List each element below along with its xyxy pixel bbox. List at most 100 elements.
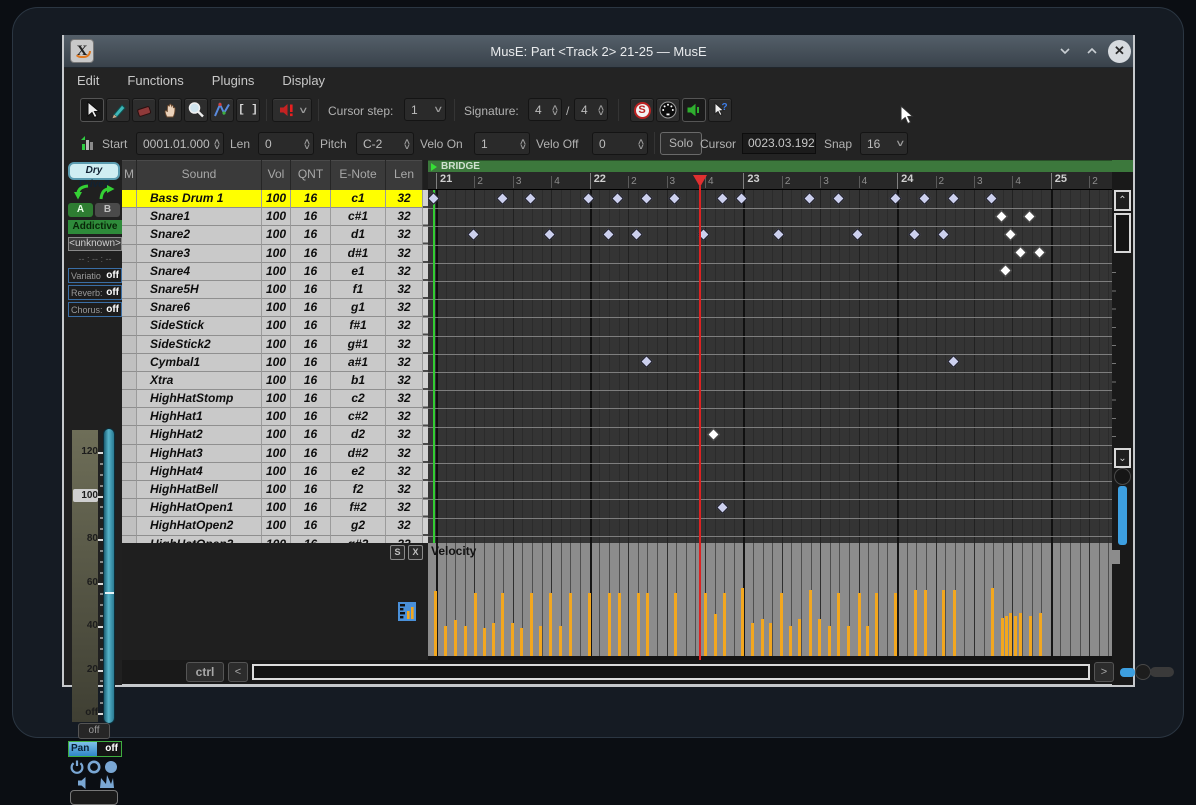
ctrl-select-icon[interactable] — [398, 602, 416, 621]
velocity-bar[interactable] — [894, 593, 897, 656]
start-spinbox[interactable]: 0001.01.000∧∨ — [136, 132, 224, 155]
velocity-bar[interactable] — [866, 626, 869, 656]
hzoom-track[interactable] — [1150, 667, 1174, 677]
drum-row-xtra[interactable]: Xtra10016b132 — [122, 372, 423, 390]
velocity-bar[interactable] — [858, 593, 861, 656]
close-icon[interactable]: ✕ — [1108, 40, 1131, 63]
arrow-next-icon[interactable] — [97, 182, 117, 201]
volume-off-button[interactable]: off — [78, 723, 110, 739]
velocity-bar[interactable] — [1029, 616, 1032, 656]
note-diamond[interactable] — [716, 501, 729, 514]
scroll-left-button[interactable]: < — [228, 662, 248, 682]
titlebar[interactable]: X MusE: Part <Track 2> 21-25 — MusE ✕ — [64, 35, 1133, 68]
velocity-bar[interactable] — [483, 628, 486, 656]
scroll-down-button[interactable]: ⌄ — [1114, 448, 1131, 468]
note-diamond[interactable] — [999, 265, 1012, 278]
note-diamond[interactable] — [918, 192, 931, 205]
drum-row-snare4[interactable]: Snare410016e132 — [122, 263, 423, 281]
velocity-bar[interactable] — [723, 593, 726, 656]
note-diamond[interactable] — [947, 356, 960, 369]
hzoom-knob[interactable] — [1135, 664, 1151, 680]
drum-row-snare6[interactable]: Snare610016g132 — [122, 299, 423, 317]
speaker-toggle-button[interactable] — [682, 98, 706, 122]
velocity-bar[interactable] — [646, 593, 649, 656]
velocity-bar[interactable] — [674, 593, 677, 656]
column-header-vol[interactable]: Vol — [262, 160, 291, 190]
range-tool-button[interactable]: [ ] — [236, 98, 260, 122]
signature-denominator-spin[interactable]: 4∧∨ — [574, 98, 608, 121]
velocity-bar[interactable] — [1014, 616, 1017, 656]
velocity-bar[interactable] — [434, 591, 437, 656]
spin-arrows-icon[interactable]: ∧∨ — [214, 139, 220, 149]
velocity-bar[interactable] — [549, 593, 552, 656]
spin-arrows-icon[interactable]: ∧∨ — [404, 139, 410, 149]
signature-numerator-spin[interactable]: 4∧∨ — [528, 98, 562, 121]
spin-arrows-icon[interactable]: ∧∨ — [598, 105, 604, 115]
velocity-bar[interactable] — [924, 590, 927, 656]
reverb-control[interactable]: Reverb:off — [68, 285, 122, 300]
note-diamond[interactable] — [995, 210, 1008, 223]
menu-item-functions[interactable]: Functions — [127, 73, 183, 88]
note-diamond[interactable] — [640, 356, 653, 369]
note-diamond[interactable] — [467, 228, 480, 241]
velocity-bar[interactable] — [751, 623, 754, 656]
menu-item-plugins[interactable]: Plugins — [212, 73, 255, 88]
speaker-events-button[interactable]: ∨ — [272, 98, 312, 122]
velocity-bar[interactable] — [714, 614, 717, 656]
snap-combo[interactable]: 16∨ — [860, 132, 908, 155]
note-diamond[interactable] — [772, 228, 785, 241]
volume-fader[interactable] — [103, 428, 115, 724]
bank-select[interactable]: <unknown> — [68, 237, 122, 251]
velocity-x-button[interactable]: X — [408, 545, 423, 560]
ab-a-button[interactable]: A — [68, 203, 93, 217]
note-diamond[interactable] — [937, 228, 950, 241]
note-diamond[interactable] — [908, 228, 921, 241]
velocity-panel[interactable]: Velocity — [428, 543, 1112, 660]
step-record-button[interactable]: S — [630, 98, 654, 122]
velo-on-spinbox[interactable]: 1∧∨ — [474, 132, 530, 155]
velocity-bar[interactable] — [474, 593, 477, 656]
note-grid[interactable] — [428, 190, 1112, 543]
velocity-bar[interactable] — [1009, 613, 1012, 656]
note-diamond[interactable] — [630, 228, 643, 241]
sidebar-input[interactable] — [70, 790, 118, 805]
velocity-bar[interactable] — [1019, 613, 1022, 656]
drum-row-highhatopen1[interactable]: HighHatOpen110016f#232 — [122, 499, 423, 517]
note-diamond[interactable] — [735, 192, 748, 205]
pan-control[interactable]: Pan off — [68, 741, 122, 757]
velocity-bar[interactable] — [588, 593, 591, 656]
drum-row-snare3[interactable]: Snare310016d#132 — [122, 245, 423, 263]
pointer-tool-button[interactable] — [80, 98, 104, 122]
note-diamond[interactable] — [803, 192, 816, 205]
minimize-icon[interactable] — [1057, 43, 1075, 61]
spin-arrows-icon[interactable]: ∧∨ — [520, 139, 526, 149]
velocity-bar[interactable] — [511, 623, 514, 656]
velocity-bar[interactable] — [1001, 618, 1004, 656]
speaker-small-icon[interactable] — [76, 775, 92, 791]
note-diamond[interactable] — [428, 192, 440, 205]
velocity-bar[interactable] — [809, 590, 812, 656]
velocity-bar[interactable] — [953, 590, 956, 656]
maximize-icon[interactable] — [1084, 43, 1102, 61]
eraser-tool-button[interactable] — [132, 98, 156, 122]
note-diamond[interactable] — [1023, 210, 1036, 223]
variation-control[interactable]: Variatiooff — [68, 268, 122, 283]
velocity-s-button[interactable]: S — [390, 545, 405, 560]
chorus-control[interactable]: Chorus:off — [68, 302, 122, 317]
note-diamond[interactable] — [985, 192, 998, 205]
solo-button[interactable]: Solo — [660, 132, 702, 155]
drum-row-highhatopen2[interactable]: HighHatOpen210016g232 — [122, 517, 423, 535]
drum-row-highhatbell[interactable]: HighHatBell10016f232 — [122, 481, 423, 499]
draw-tool-button[interactable] — [210, 98, 234, 122]
velocity-bar[interactable] — [769, 623, 772, 656]
note-diamond[interactable] — [832, 192, 845, 205]
velocity-bar[interactable] — [608, 593, 611, 656]
pencil-tool-button[interactable] — [106, 98, 130, 122]
synth-name[interactable]: Addictive Dr — [68, 220, 122, 234]
drum-row-sidestick2[interactable]: SideStick210016g#132 — [122, 336, 423, 354]
scroll-up-button[interactable]: ⌃ — [1114, 190, 1131, 211]
note-diamond[interactable] — [889, 192, 902, 205]
pitch-spinbox[interactable]: C-2∧∨ — [356, 132, 414, 155]
drum-row-highhatopen3[interactable]: HighHatOpen310016g#232 — [122, 536, 423, 543]
note-diamond[interactable] — [1014, 246, 1027, 259]
